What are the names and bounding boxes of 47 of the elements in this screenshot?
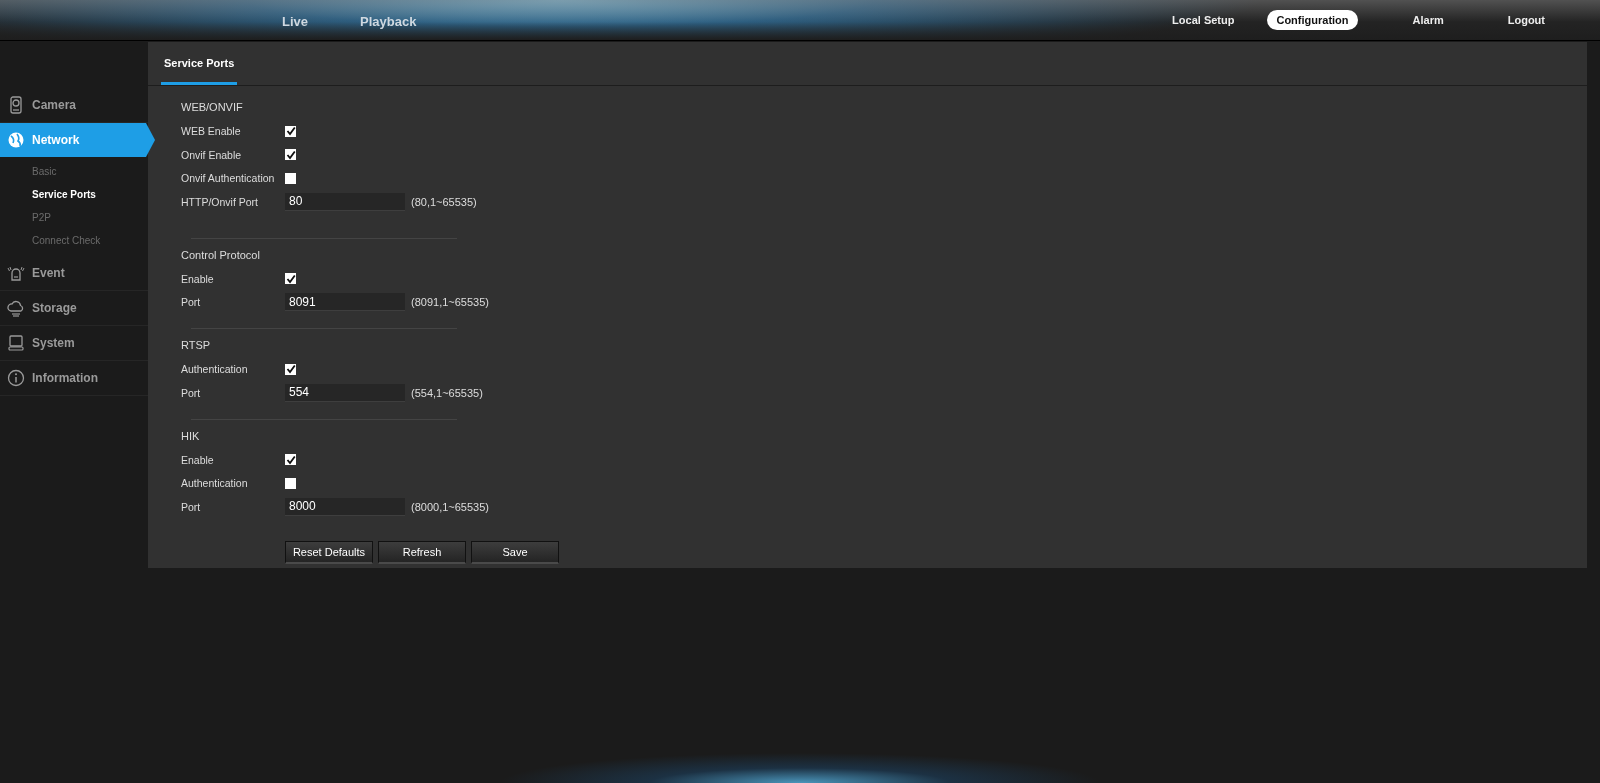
- action-button[interactable]: Save: [471, 540, 559, 564]
- port-field[interactable]: 80: [285, 192, 405, 211]
- nav-link[interactable]: Logout: [1498, 10, 1554, 30]
- nav-link[interactable]: Live: [282, 13, 308, 29]
- tab[interactable]: Service Ports: [161, 42, 238, 85]
- port-field[interactable]: 8091: [285, 293, 405, 312]
- section-title: WEB/ONVIF: [181, 100, 244, 115]
- cloud-icon: [7, 299, 25, 317]
- field-label: Onvif Enable: [181, 148, 243, 161]
- section-title: RTSP: [181, 338, 212, 353]
- port-field[interactable]: 554: [285, 383, 405, 402]
- nav-link[interactable]: Configuration: [1267, 10, 1358, 30]
- globe-icon: [7, 131, 25, 149]
- checkbox[interactable]: [285, 273, 296, 285]
- range-hint: (80,1~65535): [411, 195, 477, 208]
- field-label: HTTP/Onvif Port: [181, 195, 259, 208]
- checkbox[interactable]: [285, 454, 296, 466]
- checkbox[interactable]: [285, 477, 296, 489]
- sidebar-subitem[interactable]: Service Ports: [0, 183, 148, 206]
- checkbox[interactable]: [285, 172, 296, 184]
- checkbox[interactable]: [285, 149, 296, 161]
- field-label: WEB Enable: [181, 125, 242, 138]
- field-label: Onvif Authentication: [181, 172, 276, 185]
- nav-link[interactable]: Playback: [360, 13, 417, 29]
- checkbox[interactable]: [285, 125, 296, 137]
- computer-icon: [7, 334, 25, 352]
- camera-icon: [7, 96, 25, 114]
- field-label: Port: [181, 296, 202, 309]
- field-label: Enable: [181, 272, 215, 285]
- action-button[interactable]: Refresh: [378, 540, 466, 564]
- field-label: Port: [181, 386, 202, 399]
- checkbox[interactable]: [285, 363, 296, 375]
- nav-link[interactable]: Alarm: [1403, 10, 1453, 30]
- port-field[interactable]: 8000: [285, 497, 405, 516]
- field-label: Authentication: [181, 363, 249, 376]
- alarm-bell-icon: [7, 264, 25, 282]
- action-button[interactable]: Reset Defaults: [285, 540, 373, 564]
- section-title: Control Protocol: [181, 247, 261, 263]
- range-hint: (8000,1~65535): [411, 500, 489, 513]
- nav-link[interactable]: Local Setup: [1163, 10, 1244, 30]
- range-hint: (554,1~65535): [411, 386, 483, 399]
- range-hint: (8091,1~65535): [411, 296, 489, 309]
- section-title: HIK: [181, 428, 201, 444]
- field-label: Enable: [181, 453, 215, 466]
- info-icon: [7, 369, 25, 387]
- field-label: Port: [181, 500, 202, 513]
- field-label: Authentication: [181, 477, 249, 490]
